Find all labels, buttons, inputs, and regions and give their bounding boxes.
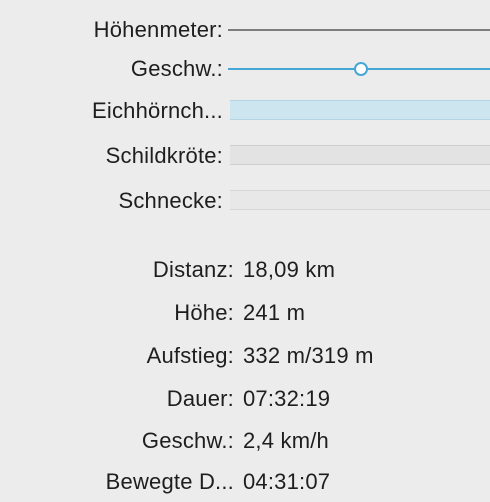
legend-swatch-snail bbox=[230, 190, 490, 210]
stat-label-distance: Distanz: bbox=[152, 257, 234, 282]
stat-label-moving-duration: Bewegte D... bbox=[105, 469, 234, 494]
legend-row-squirrel: Eichhörnch... bbox=[0, 96, 490, 126]
stat-row-distance: Distanz: 18,09 km bbox=[0, 252, 490, 288]
stat-value-altitude: 241 m bbox=[243, 300, 306, 325]
legend-row-speed: Geschw.: bbox=[0, 54, 490, 84]
stat-row-duration: Dauer: 07:32:19 bbox=[0, 381, 490, 417]
stat-row-moving-duration: Bewegte D... 04:31:07 bbox=[0, 464, 490, 500]
stat-row-speed: Geschw.: 2,4 km/h bbox=[0, 423, 490, 459]
stat-label-ascent: Aufstieg: bbox=[146, 343, 234, 368]
stat-label-speed: Geschw.: bbox=[141, 428, 234, 453]
stat-value-distance: 18,09 km bbox=[243, 257, 336, 282]
stat-label-duration: Dauer: bbox=[166, 386, 234, 411]
legend-row-turtle: Schildkröte: bbox=[0, 141, 490, 171]
stat-value-duration: 07:32:19 bbox=[243, 386, 331, 411]
legend-row-elevation: Höhenmeter: bbox=[0, 15, 490, 45]
legend-label-snail: Schnecke: bbox=[118, 188, 223, 213]
legend-swatch-squirrel bbox=[230, 100, 490, 120]
stat-value-speed: 2,4 km/h bbox=[243, 428, 329, 453]
legend-swatch-turtle bbox=[230, 145, 490, 165]
legend-marker-speed-icon bbox=[354, 62, 368, 76]
legend-line-elevation bbox=[228, 29, 490, 31]
stat-row-altitude: Höhe: 241 m bbox=[0, 295, 490, 331]
legend-label-elevation: Höhenmeter: bbox=[93, 17, 223, 42]
legend-row-snail: Schnecke: bbox=[0, 186, 490, 216]
stat-value-ascent: 332 m/319 m bbox=[243, 343, 374, 368]
stat-row-ascent: Aufstieg: 332 m/319 m bbox=[0, 338, 490, 374]
legend-label-turtle: Schildkröte: bbox=[105, 143, 223, 168]
stat-label-altitude: Höhe: bbox=[174, 300, 234, 325]
legend-label-speed: Geschw.: bbox=[130, 56, 223, 81]
legend-label-squirrel: Eichhörnch... bbox=[91, 98, 223, 123]
track-info-panel: Höhenmeter: Geschw.: Eichhörnch... Schil… bbox=[0, 0, 490, 502]
stat-value-moving-duration: 04:31:07 bbox=[243, 469, 331, 494]
